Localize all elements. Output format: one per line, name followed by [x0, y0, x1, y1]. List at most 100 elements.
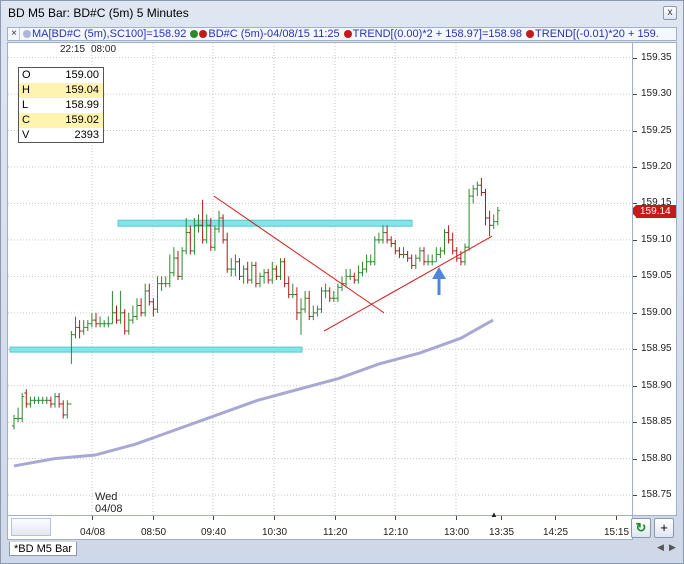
ohlc-value: 2393	[74, 129, 99, 141]
time-tick-label: 11:20	[323, 527, 348, 538]
price-bar	[20, 393, 25, 423]
price-bar	[77, 320, 82, 339]
refresh-icon: ↻	[635, 520, 647, 535]
price-bar	[94, 312, 98, 328]
time-axis[interactable]: 04/08 08:50 09:40 10:30 11:20 12:10 13:00 13:35…	[7, 516, 633, 540]
ohlc-key: O	[22, 69, 31, 81]
price-bar	[233, 254, 238, 277]
legend-close-button[interactable]: ×	[9, 28, 20, 40]
time-tick-mark	[153, 516, 154, 520]
price-bar	[434, 247, 439, 263]
series-dot-icon	[526, 30, 535, 38]
ohlc-value: 159.02	[65, 114, 99, 126]
price-bar	[479, 177, 484, 197]
time-tick-mark	[213, 516, 214, 520]
ohlc-data-box: O 159.00 H 159.04 L 158.99 C 159.02 V 2393	[18, 67, 104, 143]
price-bar	[81, 320, 86, 335]
price-bar	[36, 396, 41, 404]
price-bar	[176, 250, 180, 280]
price-bar	[159, 276, 164, 291]
chart-plot-area[interactable]: 22:15 08:00 O 159.00 H 159.04 L 158.99 C 159.02…	[7, 42, 633, 516]
price-bar	[73, 316, 78, 339]
price-bar	[106, 316, 111, 328]
close-icon: x	[667, 7, 673, 18]
price-bar	[245, 261, 250, 284]
window-close-button[interactable]: x	[663, 6, 677, 20]
price-bar	[130, 305, 135, 324]
price-bar	[356, 265, 361, 284]
price-bar	[180, 247, 185, 280]
price-bar	[426, 254, 431, 266]
price-bar	[118, 290, 123, 324]
tab-bar: *BD M5 Bar ◀ ▶	[1, 541, 683, 563]
price-bar	[376, 232, 381, 244]
price-bar	[290, 283, 295, 299]
moving-average-line	[13, 318, 494, 468]
price-bar	[229, 258, 234, 277]
price-bar	[446, 225, 451, 244]
tab-chart[interactable]: *BD M5 Bar	[9, 542, 78, 556]
ohlc-key: H	[22, 84, 30, 96]
price-bar	[299, 298, 303, 335]
tab-scroll-right-icon[interactable]: ▶	[669, 542, 676, 553]
price-bar	[442, 228, 447, 255]
chart-window: BD M5 Bar: BD#C (5m) 5 Minutes x × MA[BD…	[0, 0, 684, 564]
time-tick-mark	[616, 516, 617, 520]
legend-label: TREND[(-0.01)*20 + 159.	[535, 28, 659, 40]
ohlc-row: L 158.99	[19, 98, 103, 113]
price-bar	[61, 400, 66, 419]
price-bar	[319, 287, 324, 313]
time-tick-label: 04/08	[80, 527, 106, 538]
legend-item[interactable]: MA[BD#C (5m),SC100]=158.92	[23, 28, 186, 40]
ohlc-value: 159.04	[65, 84, 99, 96]
price-bar	[65, 400, 70, 419]
legend-item[interactable]: TREND[(0.00)*2 + 158.97]=158.98	[343, 28, 522, 40]
tab-scroll-left-icon[interactable]: ◀	[657, 542, 664, 553]
time-tick-label: 15:15	[604, 527, 630, 538]
price-bar	[151, 298, 156, 317]
price-bar	[450, 232, 455, 255]
price-bar	[471, 185, 476, 204]
price-bar	[327, 287, 332, 302]
title-bar: BD M5 Bar: BD#C (5m) 5 Minutes x	[1, 1, 683, 25]
price-bar	[282, 258, 287, 288]
price-bar	[253, 261, 258, 288]
price-bar	[454, 247, 459, 262]
price-bar	[491, 214, 496, 229]
price-bar	[221, 214, 226, 244]
series-dot-icon	[343, 30, 352, 38]
price-bar	[48, 396, 53, 408]
price-bar	[28, 396, 33, 408]
zoom-in-button[interactable]: +	[654, 518, 674, 538]
last-price-flag: 159.14	[633, 204, 676, 218]
time-tick-mark	[335, 516, 336, 520]
price-bar	[237, 258, 242, 280]
refresh-button[interactable]: ↻	[631, 518, 651, 538]
price-bar	[413, 254, 418, 270]
series-dot-icon	[199, 30, 208, 38]
time-scrollbar-thumb[interactable]	[11, 518, 51, 536]
price-bar	[102, 320, 107, 328]
trend-line-down	[213, 195, 385, 314]
price-bar	[53, 393, 57, 408]
price-axis[interactable]: 159.35 159.30 159.25 159.20 159.15 159.10 159.…	[633, 42, 677, 516]
price-bar	[352, 272, 357, 284]
price-tick-label: 158.85	[633, 416, 672, 427]
legend-item[interactable]: BD#C (5m)-04/08/15 11:25	[190, 28, 340, 40]
price-bar	[315, 305, 320, 317]
legend-item[interactable]: TREND[(-0.01)*20 + 159.	[526, 28, 659, 40]
price-bar	[393, 239, 398, 255]
price-bar	[467, 188, 472, 251]
time-tick-label: 10:30	[262, 527, 288, 538]
price-bar	[307, 290, 312, 321]
price-bar	[487, 210, 492, 237]
time-tick-mark	[501, 516, 502, 520]
price-tick-label: 159.10	[633, 234, 672, 245]
up-arrow-icon	[432, 267, 446, 295]
time-tick-label: 13:35	[489, 527, 515, 538]
price-bar	[12, 414, 16, 430]
price-bar	[258, 272, 262, 288]
last-bar-marker-icon: ▲	[490, 510, 498, 519]
trend-line-up	[323, 235, 493, 332]
price-bar	[16, 407, 21, 423]
